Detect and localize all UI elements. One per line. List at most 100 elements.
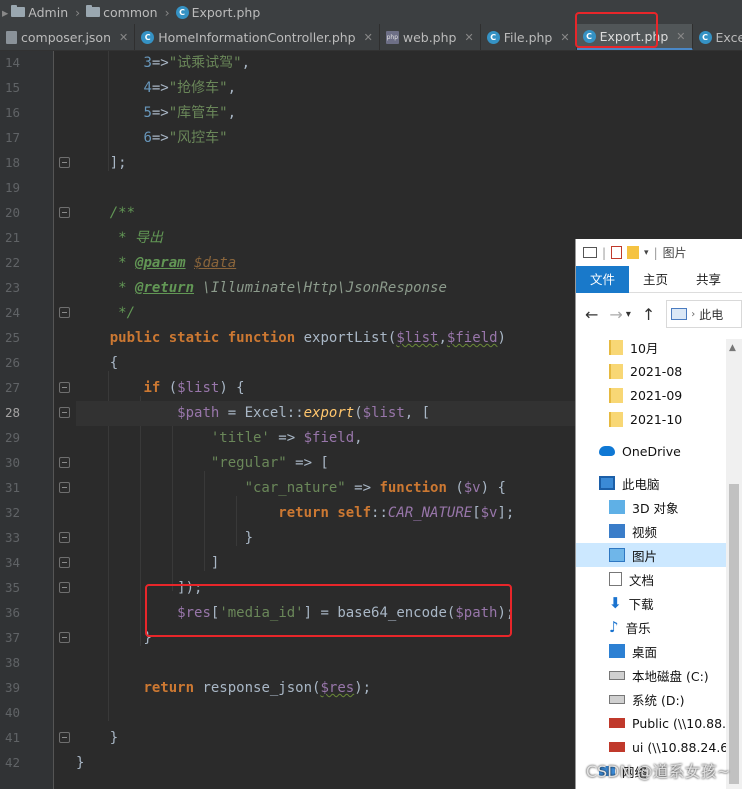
scrollbar-thumb[interactable] (729, 484, 739, 784)
line-number: 15 (4, 80, 20, 95)
tree-item-public-share[interactable]: Public (\\10.88. (576, 711, 742, 735)
tree-item-onedrive[interactable]: OneDrive (576, 439, 742, 463)
ribbon-tab-home[interactable]: 主页 (629, 266, 682, 293)
file-explorer-window[interactable]: | ▾ | 图片 文件 主页 共享 ← → ▾ ↑ › 此电 10月 2021-… (575, 239, 742, 789)
line-number: 17 (4, 130, 20, 145)
address-bar[interactable]: › 此电 (666, 300, 742, 328)
line-number: 18 (4, 155, 20, 170)
window-icon (583, 247, 597, 258)
folder-icon (609, 411, 623, 427)
up-arrow-icon[interactable]: ↑ (642, 305, 655, 324)
chevron-right-icon: › (691, 308, 696, 320)
network-drive-icon (609, 718, 625, 728)
close-icon[interactable]: ✕ (676, 30, 685, 43)
breadcrumb-item-common[interactable]: common › (86, 5, 170, 20)
new-folder-icon[interactable] (627, 246, 640, 259)
tree-item-drive-d[interactable]: 系统 (D:) (576, 687, 742, 711)
back-arrow-icon[interactable]: ← (585, 305, 598, 324)
fold-marker-icon[interactable] (59, 157, 70, 168)
close-icon[interactable]: ✕ (119, 31, 128, 44)
explorer-ribbon: 文件 主页 共享 (576, 265, 742, 293)
tab-export-php[interactable]: C Export.php ✕ (576, 24, 693, 50)
tree-item-folder-2021-09[interactable]: 2021-09 (576, 383, 742, 407)
fold-marker-icon[interactable] (59, 382, 70, 393)
tree-item-documents[interactable]: 文档 (576, 567, 742, 591)
line-number: 26 (4, 355, 20, 370)
line-number: 36 (4, 605, 20, 620)
fold-marker-icon[interactable] (59, 457, 70, 468)
fold-marker-icon[interactable] (59, 482, 70, 493)
explorer-titlebar: | ▾ | 图片 (576, 239, 742, 266)
fold-marker-icon[interactable] (59, 207, 70, 218)
line-number: 39 (4, 680, 20, 695)
chevron-down-icon[interactable]: ▾ (626, 309, 631, 320)
line-number: 38 (4, 655, 20, 670)
3d-objects-icon (609, 500, 625, 514)
close-icon[interactable]: ✕ (560, 31, 569, 44)
ribbon-tab-file[interactable]: 文件 (576, 265, 630, 293)
json-file-icon (6, 31, 17, 44)
breadcrumb-item-export[interactable]: C Export.php (175, 5, 260, 20)
line-number: 25 (4, 330, 20, 345)
navigation-tree: 10月 2021-08 2021-09 2021-10 OneDrive 此电脑… (576, 335, 742, 783)
line-number-gutter: 14 15 16 17 18 19 20 21 22 23 24 25 26 27 28 29 30 31 32 33… (0, 51, 54, 789)
fold-marker-icon[interactable] (59, 532, 70, 543)
tree-item-pictures[interactable]: 图片 (576, 543, 742, 567)
folder-icon (609, 339, 623, 355)
php-file-icon: php (385, 31, 399, 44)
folder-icon (609, 363, 623, 379)
tab-composer-json[interactable]: composer.json ✕ (0, 24, 136, 50)
tree-item-drive-c[interactable]: 本地磁盘 (C:) (576, 663, 742, 687)
fold-marker-icon[interactable] (59, 732, 70, 743)
tree-item-3d-objects[interactable]: 3D 对象 (576, 495, 742, 519)
tree-item-folder-2021-08[interactable]: 2021-08 (576, 359, 742, 383)
fold-marker-icon[interactable] (59, 557, 70, 568)
tree-item-ui-share[interactable]: ui (\\10.88.24.6 (576, 735, 742, 759)
tab-homeinformationcontroller[interactable]: C HomeInformationController.php ✕ (135, 24, 380, 50)
scroll-up-icon[interactable]: ▲ (729, 343, 736, 353)
line-number: 14 (4, 55, 20, 70)
code-line: 5=>"库管车", (143, 105, 237, 121)
close-icon[interactable]: ✕ (464, 31, 473, 44)
fold-marker-icon[interactable] (59, 307, 70, 318)
line-number: 24 (4, 305, 20, 320)
line-number: 16 (4, 105, 20, 120)
line-number: 30 (4, 455, 20, 470)
watermark: CSDN @道系女孩~ (585, 762, 730, 781)
tree-item-videos[interactable]: 视频 (576, 519, 742, 543)
php-class-icon: C (582, 29, 596, 43)
line-number: 35 (4, 580, 20, 595)
line-number: 37 (4, 630, 20, 645)
code-line: ]; (109, 155, 127, 171)
explorer-title: 图片 (662, 246, 687, 260)
line-number: 28 (4, 405, 20, 420)
tree-item-this-pc[interactable]: 此电脑 (576, 471, 742, 495)
php-class-icon: C (175, 5, 189, 19)
ribbon-tab-share[interactable]: 共享 (682, 266, 735, 293)
tree-item-folder-10[interactable]: 10月 (576, 335, 742, 359)
tab-file-php[interactable]: C File.php ✕ (481, 24, 577, 50)
fold-marker-icon[interactable] (59, 632, 70, 643)
tab-excel-php[interactable]: CExcel.p (693, 24, 742, 50)
pictures-icon (609, 548, 625, 562)
desktop-icon (609, 644, 625, 658)
php-class-icon: C (486, 31, 500, 44)
tree-item-music[interactable]: ♪ 音乐 (576, 615, 742, 639)
computer-icon (599, 476, 615, 490)
fold-marker-icon[interactable] (59, 582, 70, 593)
tab-web-php[interactable]: php web.php ✕ (380, 24, 481, 50)
tree-item-downloads[interactable]: ⬇ 下载 (576, 591, 742, 615)
tree-item-folder-2021-10[interactable]: 2021-10 (576, 407, 742, 431)
forward-arrow-icon[interactable]: → (609, 305, 622, 324)
chevron-down-icon[interactable]: ▾ (644, 248, 649, 258)
fold-marker-icon[interactable] (59, 407, 70, 418)
line-number: 22 (4, 255, 20, 270)
properties-icon[interactable] (611, 246, 623, 259)
explorer-scrollbar[interactable]: ▲ (726, 339, 742, 789)
tree-item-desktop[interactable]: 桌面 (576, 639, 742, 663)
close-icon[interactable]: ✕ (364, 31, 373, 44)
folder-icon (609, 387, 623, 403)
line-number: 41 (4, 730, 20, 745)
video-icon (609, 524, 625, 538)
breadcrumb-item-admin[interactable]: ▸ Admin › (2, 5, 80, 20)
